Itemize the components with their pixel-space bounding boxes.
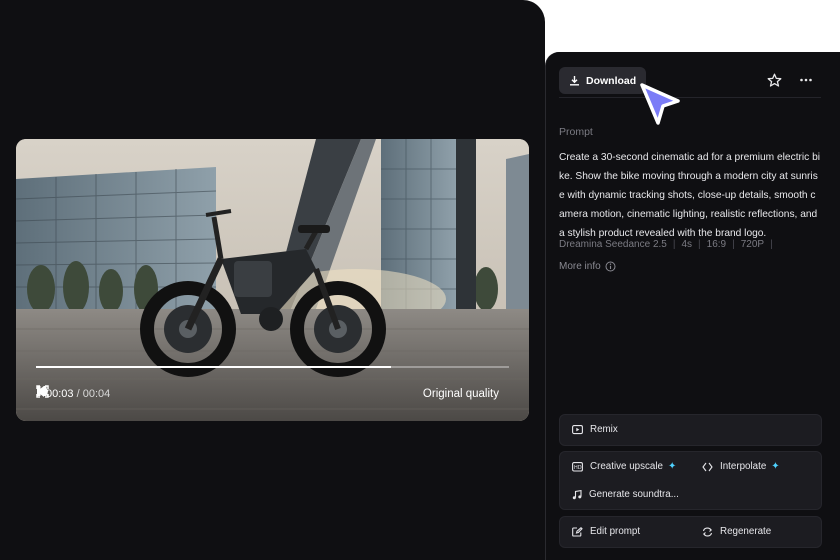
pointer-cursor-icon [638,81,684,136]
more-info-link[interactable]: More info [559,261,616,272]
svg-text:HD: HD [574,465,582,471]
generation-meta: Dreamina Seedance 2.5 | 4s | 16:9 | 720P | [559,239,773,250]
music-note-icon [572,489,582,500]
remix-box: Remix [559,414,822,446]
prompt-text: Create a 30-second cinematic ad for a pr… [559,152,821,239]
duration-time: / 00:04 [76,388,111,400]
more-info-label: More info [559,261,601,272]
regenerate-label: Regenerate [720,526,772,537]
info-icon [605,261,616,272]
edit-box: Edit prompt Regenerate [559,516,822,548]
meta-ratio: 16:9 [706,239,727,250]
star-icon[interactable] [767,73,782,88]
details-panel: Download Prompt Create a 30-second cinem… [545,52,840,560]
more-icon[interactable] [799,73,813,87]
interpolate-icon [702,462,713,472]
download-icon [569,75,580,86]
remix-button[interactable]: Remix [572,424,618,435]
player-controls: 00:03 / 00:04 Original quality [36,385,513,403]
progress-bar[interactable] [36,366,509,368]
video-frame [16,139,529,421]
progress-fill [36,366,391,368]
creative-upscale-label: Creative upscale [590,461,663,472]
time-display: 00:03 / 00:04 [46,388,110,400]
meta-model: Dreamina Seedance 2.5 [559,239,667,250]
interpolate-label: Interpolate [720,461,767,472]
remix-icon [572,424,583,435]
generate-soundtrack-label: Generate soundtra... [589,489,679,500]
prompt-label: Prompt [559,126,593,138]
regenerate-icon [702,527,713,537]
sparkle-icon: ✦ [771,461,780,472]
sparkle-icon: ✦ [667,461,677,472]
download-label: Download [586,74,637,87]
download-button[interactable]: Download [559,67,647,94]
meta-duration: 4s [681,239,693,250]
meta-resolution: 720P [740,239,765,250]
creative-upscale-button[interactable]: HD Creative upscale ✦ [572,461,676,472]
edit-icon [572,526,583,537]
edit-prompt-button[interactable]: Edit prompt [572,526,640,537]
enhance-box: HD Creative upscale ✦ Interpolate ✦ Gene… [559,451,822,510]
regenerate-button[interactable]: Regenerate [702,526,771,537]
edit-prompt-label: Edit prompt [590,526,641,537]
upscale-icon: HD [572,461,583,472]
video-player[interactable]: 00:03 / 00:04 Original quality [16,139,529,421]
generate-soundtrack-button[interactable]: Generate soundtra... [572,489,679,500]
remix-label: Remix [590,424,618,435]
interpolate-button[interactable]: Interpolate ✦ [702,461,780,472]
panel-toolbar: Download [559,67,821,98]
preview-area: 00:03 / 00:04 Original quality [0,0,545,560]
quality-selector[interactable]: Original quality [423,388,499,400]
